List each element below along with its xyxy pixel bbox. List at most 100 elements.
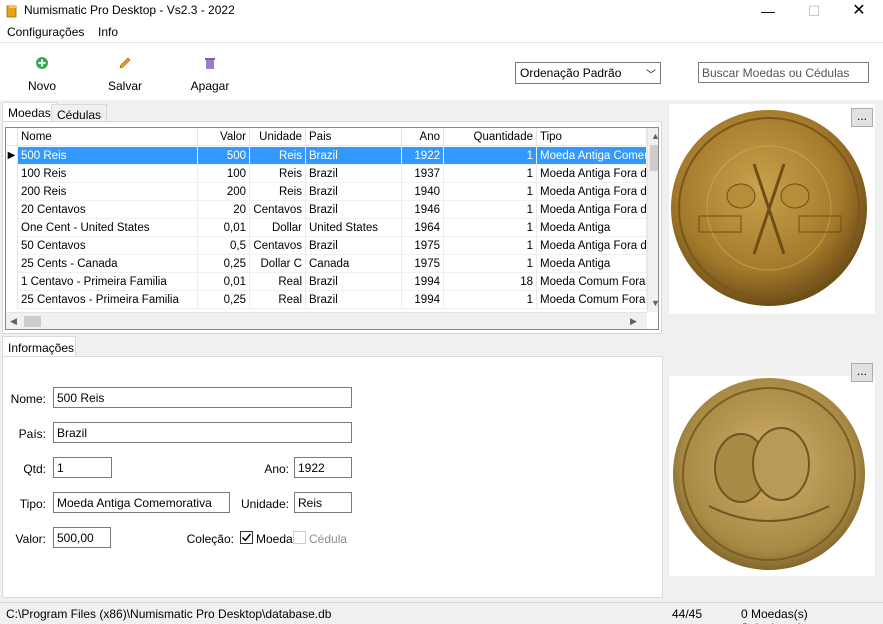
- table-row[interactable]: 50 Centavos 0,5 Centavos Brazil 1975 1 Moeda A…: [6, 237, 647, 255]
- tipo-field[interactable]: Moeda Antiga Comemorativa: [53, 492, 230, 513]
- cell-tipo[interactable]: Moeda Antiga Fora de Circulação: [537, 165, 647, 183]
- sort-select[interactable]: Ordenação Padrão ﹀: [515, 62, 661, 84]
- horizontal-scrollbar[interactable]: ◀ ▶: [6, 312, 647, 329]
- column-header-pais[interactable]: Pais: [306, 128, 402, 146]
- vertical-scrollbar[interactable]: ▲ ▼: [647, 128, 658, 312]
- qtd-field[interactable]: 1: [53, 457, 112, 478]
- cell-quantidade[interactable]: 1: [444, 183, 537, 201]
- cell-tipo[interactable]: Moeda Antiga Fora de Circulação: [537, 237, 647, 255]
- cell-pais[interactable]: Brazil: [306, 273, 402, 291]
- cell-quantidade[interactable]: 1: [444, 201, 537, 219]
- cell-ano[interactable]: 1994: [402, 291, 444, 309]
- new-button[interactable]: Novo: [12, 55, 72, 93]
- table-row[interactable]: 1 Centavo - Primeira Familia 0,01 Real Braz…: [6, 273, 647, 291]
- cell-nome[interactable]: 20 Centavos: [18, 201, 198, 219]
- row-pointer-icon[interactable]: ▶: [6, 147, 18, 165]
- unidade-field[interactable]: Reis: [294, 492, 352, 513]
- row-header[interactable]: [6, 201, 18, 219]
- cell-valor[interactable]: 500: [198, 147, 250, 165]
- cell-unidade[interactable]: Reis: [250, 165, 306, 183]
- cell-tipo[interactable]: Moeda Comum Fora de Circulação: [537, 273, 647, 291]
- scroll-right-icon[interactable]: ▶: [630, 316, 637, 327]
- cell-unidade[interactable]: Centavos: [250, 201, 306, 219]
- cell-tipo[interactable]: Moeda Antiga Fora de Circulação: [537, 183, 647, 201]
- cell-pais[interactable]: Brazil: [306, 183, 402, 201]
- row-header[interactable]: [6, 183, 18, 201]
- cell-quantidade[interactable]: 18: [444, 273, 537, 291]
- cedula-checkbox[interactable]: [293, 531, 306, 544]
- cell-pais[interactable]: Brazil: [306, 147, 402, 165]
- cell-valor[interactable]: 0,25: [198, 255, 250, 273]
- cell-ano[interactable]: 1994: [402, 273, 444, 291]
- cell-tipo[interactable]: Moeda Antiga: [537, 219, 647, 237]
- cell-quantidade[interactable]: 1: [444, 291, 537, 309]
- cell-unidade[interactable]: Reis: [250, 147, 306, 165]
- moeda-checkbox[interactable]: [240, 531, 253, 544]
- cell-unidade[interactable]: Real: [250, 291, 306, 309]
- cell-quantidade[interactable]: 1: [444, 255, 537, 273]
- row-header[interactable]: [6, 237, 18, 255]
- table-row[interactable]: ▶ 500 Reis 500 Reis Brazil 1922 1 Moeda Antiga …: [6, 147, 647, 165]
- column-header-tipo[interactable]: Tipo: [537, 128, 647, 146]
- column-header-unidade[interactable]: Unidade: [250, 128, 306, 146]
- cell-quantidade[interactable]: 1: [444, 219, 537, 237]
- vertical-scroll-thumb[interactable]: [650, 145, 658, 171]
- table-row[interactable]: 20 Centavos 20 Centavos Brazil 1946 1 Moeda An…: [6, 201, 647, 219]
- cell-pais[interactable]: United States: [306, 219, 402, 237]
- minimize-button[interactable]: —: [745, 0, 791, 22]
- cell-unidade[interactable]: Reis: [250, 183, 306, 201]
- tab-moedas[interactable]: Moedas: [2, 102, 57, 122]
- cell-valor[interactable]: 200: [198, 183, 250, 201]
- cell-valor[interactable]: 0,01: [198, 273, 250, 291]
- column-header-valor[interactable]: Valor: [198, 128, 250, 146]
- coin-grid[interactable]: Nome Valor Unidade Pais Ano Quantidade T…: [5, 127, 659, 330]
- table-row[interactable]: 25 Centavos - Primeira Familia 0,25 Real Br…: [6, 291, 647, 309]
- delete-button[interactable]: Apagar: [180, 55, 240, 93]
- table-row[interactable]: 100 Reis 100 Reis Brazil 1937 1 Moeda Antiga F…: [6, 165, 647, 183]
- cell-valor[interactable]: 0,01: [198, 219, 250, 237]
- scroll-left-icon[interactable]: ◀: [10, 316, 17, 327]
- cell-unidade[interactable]: Real: [250, 273, 306, 291]
- cell-unidade[interactable]: Centavos: [250, 237, 306, 255]
- front-image-options-button[interactable]: ...: [851, 108, 873, 127]
- cell-nome[interactable]: 25 Centavos - Primeira Familia: [18, 291, 198, 309]
- cell-nome[interactable]: One Cent - United States: [18, 219, 198, 237]
- back-image-options-button[interactable]: ...: [851, 363, 873, 382]
- cell-pais[interactable]: Brazil: [306, 237, 402, 255]
- search-input[interactable]: Buscar Moedas ou Cédulas: [698, 62, 869, 83]
- tab-cedulas[interactable]: Cédulas: [51, 104, 108, 122]
- cell-valor[interactable]: 0,25: [198, 291, 250, 309]
- cell-nome[interactable]: 500 Reis: [18, 147, 198, 165]
- cell-unidade[interactable]: Dollar C: [250, 255, 306, 273]
- cell-unidade[interactable]: Dollar: [250, 219, 306, 237]
- table-row[interactable]: 25 Cents - Canada 0,25 Dollar C Canada 1975 1…: [6, 255, 647, 273]
- scroll-up-icon[interactable]: ▲: [651, 131, 658, 141]
- maximize-button[interactable]: ☐: [791, 0, 837, 22]
- cell-nome[interactable]: 200 Reis: [18, 183, 198, 201]
- cell-pais[interactable]: Canada: [306, 255, 402, 273]
- row-header[interactable]: [6, 255, 18, 273]
- cell-tipo[interactable]: Moeda Antiga Fora de Circulação: [537, 201, 647, 219]
- row-header[interactable]: [6, 273, 18, 291]
- cell-quantidade[interactable]: 1: [444, 237, 537, 255]
- scroll-down-icon[interactable]: ▼: [651, 298, 658, 308]
- cell-valor[interactable]: 100: [198, 165, 250, 183]
- table-row[interactable]: One Cent - United States 0,01 Dollar United…: [6, 219, 647, 237]
- cell-tipo[interactable]: Moeda Comum Fora de Circulação: [537, 291, 647, 309]
- cell-ano[interactable]: 1964: [402, 219, 444, 237]
- row-header[interactable]: [6, 165, 18, 183]
- cell-quantidade[interactable]: 1: [444, 147, 537, 165]
- column-header-nome[interactable]: Nome: [18, 128, 198, 146]
- row-header[interactable]: [6, 291, 18, 309]
- column-header-ano[interactable]: Ano: [402, 128, 444, 146]
- cell-valor[interactable]: 20: [198, 201, 250, 219]
- cell-tipo[interactable]: Moeda Antiga Comemorativa: [537, 147, 647, 165]
- cell-ano[interactable]: 1940: [402, 183, 444, 201]
- cell-valor[interactable]: 0,5: [198, 237, 250, 255]
- cell-ano[interactable]: 1975: [402, 255, 444, 273]
- cell-pais[interactable]: Brazil: [306, 165, 402, 183]
- ano-field[interactable]: 1922: [294, 457, 352, 478]
- cell-ano[interactable]: 1937: [402, 165, 444, 183]
- horizontal-scroll-thumb[interactable]: [24, 316, 41, 327]
- cell-pais[interactable]: Brazil: [306, 291, 402, 309]
